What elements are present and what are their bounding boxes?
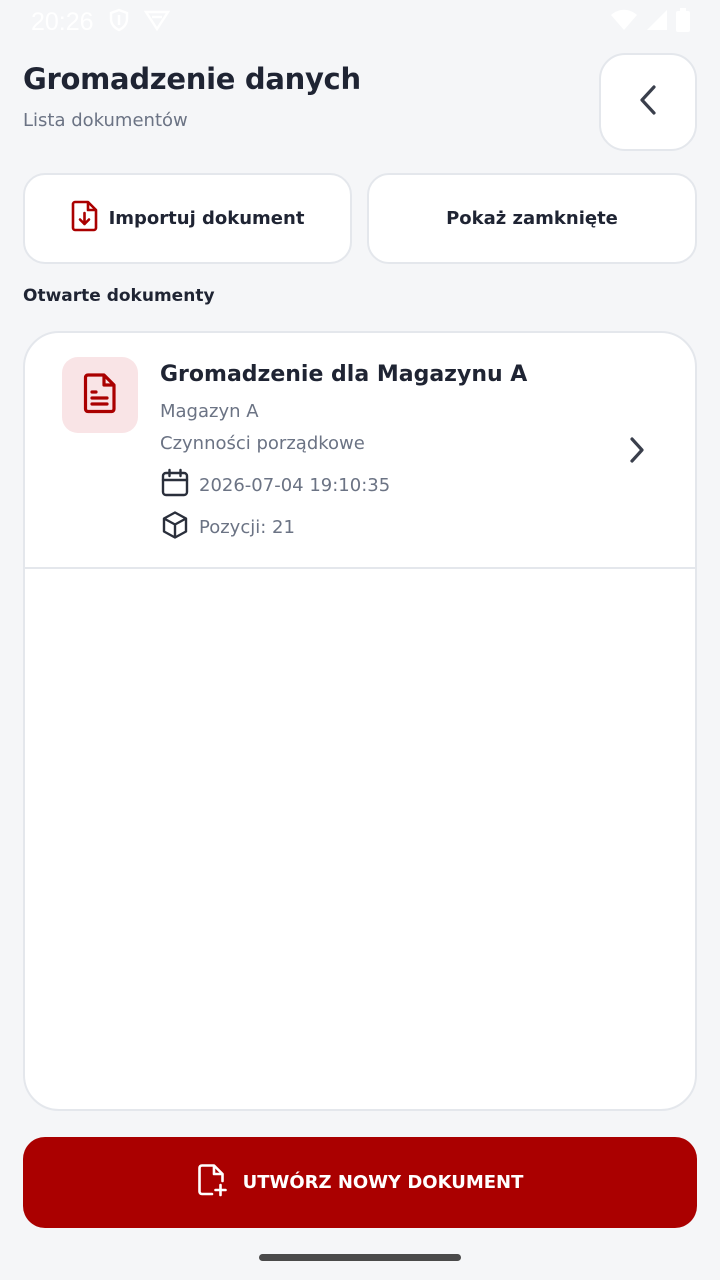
calendar-icon — [160, 468, 190, 503]
document-date: 2026-07-04 19:10:35 — [199, 475, 391, 496]
document-date-row: 2026-07-04 19:10:35 — [160, 468, 390, 503]
status-right — [610, 8, 690, 36]
page-subtitle: Lista dokumentów — [23, 110, 188, 131]
chevron-right-icon — [627, 435, 647, 469]
status-left: 20:26 — [31, 8, 170, 37]
document-icon — [82, 372, 118, 418]
document-card[interactable]: Gromadzenie dla Magazynu A Magazyn A Czy… — [25, 333, 695, 569]
import-document-button[interactable]: Importuj dokument — [23, 173, 352, 264]
cellular-signal-icon — [646, 9, 668, 35]
home-indicator[interactable] — [259, 1254, 461, 1261]
document-items-row: Pozycji: 21 — [160, 510, 295, 545]
create-document-label: UTWÓRZ NOWY DOKUMENT — [242, 1172, 524, 1193]
wifi-icon — [610, 9, 638, 35]
chevron-left-icon — [637, 84, 659, 120]
back-button[interactable] — [599, 53, 697, 151]
document-activity: Czynności porządkowe — [160, 433, 365, 454]
page-title: Gromadzenie danych — [23, 62, 361, 96]
status-bar: 20:26 — [0, 0, 720, 44]
import-document-label: Importuj dokument — [108, 208, 305, 229]
documents-list: Gromadzenie dla Magazynu A Magazyn A Czy… — [23, 331, 697, 1111]
battery-icon — [676, 8, 690, 36]
vpn-icon — [143, 9, 170, 35]
status-time: 20:26 — [31, 7, 94, 36]
file-download-icon — [71, 200, 99, 237]
document-icon-badge — [62, 357, 138, 433]
document-title: Gromadzenie dla Magazynu A — [160, 362, 528, 387]
section-title: Otwarte dokumenty — [23, 286, 215, 306]
page-header: Gromadzenie danych Lista dokumentów — [23, 62, 583, 131]
file-plus-icon — [197, 1163, 227, 1202]
box-icon — [160, 510, 190, 545]
shield-icon — [108, 8, 130, 36]
show-closed-label: Pokaż zamknięte — [446, 208, 618, 229]
create-document-button[interactable]: UTWÓRZ NOWY DOKUMENT — [23, 1137, 697, 1228]
document-items-count: Pozycji: 21 — [199, 517, 295, 538]
show-closed-button[interactable]: Pokaż zamknięte — [367, 173, 697, 264]
document-warehouse: Magazyn A — [160, 401, 259, 422]
